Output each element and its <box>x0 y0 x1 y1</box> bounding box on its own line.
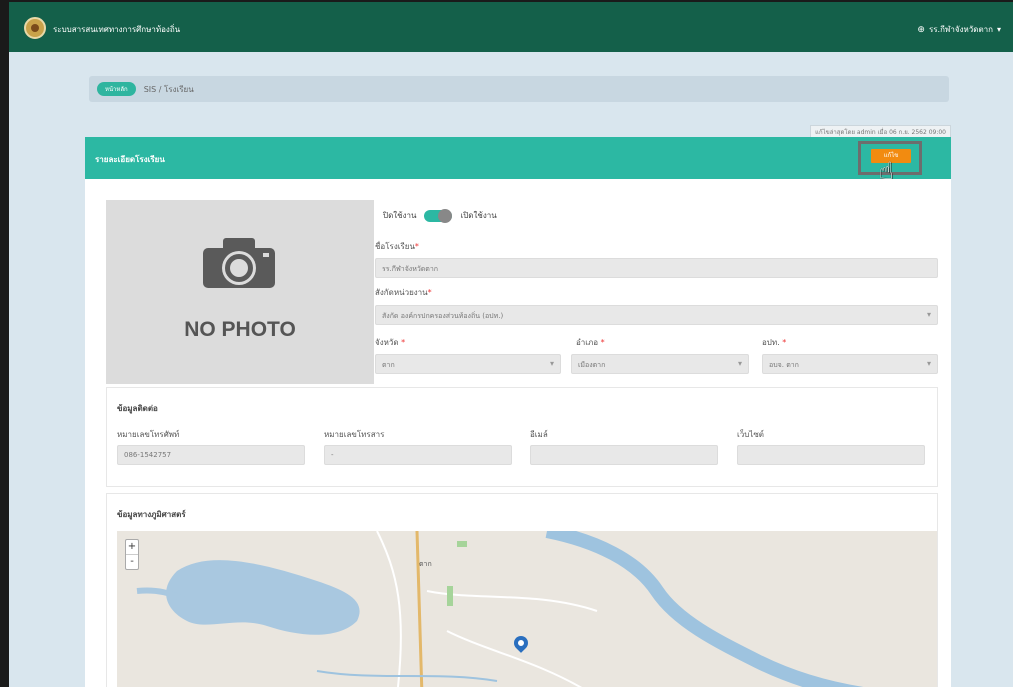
website-label: เว็บไซต์ <box>737 430 764 439</box>
org-logo-icon[interactable] <box>24 17 46 39</box>
phone-label: หมายเลขโทรศัพท์ <box>117 430 180 439</box>
zoom-controls: + - <box>125 539 139 570</box>
agency-select[interactable]: สังกัด องค์กรปกครองส่วนท้องถิ่น (อปท.) <box>375 305 938 325</box>
app-title[interactable]: ระบบสารสนเทศทางการศึกษาท้องถิ่น <box>53 23 180 36</box>
panel-body: NO PHOTO ปิดใช้งาน เปิดใช้งาน ชื่อโรงเรี… <box>85 179 951 687</box>
email-label: อีเมล์ <box>530 430 548 439</box>
top-navbar: ระบบสารสนเทศทางการศึกษาท้องถิ่น ⊕ รร.กีฬ… <box>9 2 1013 52</box>
fax-field[interactable]: - <box>324 445 512 465</box>
org-select[interactable]: อบจ. ตาก <box>762 354 938 374</box>
district-label: อำเภอ * <box>576 338 605 347</box>
location-map[interactable]: + - ตาก <box>117 531 937 687</box>
user-menu[interactable]: ⊕ รร.กีฬาจังหวัดตาก ▾ <box>917 23 1001 36</box>
email-field[interactable] <box>530 445 718 465</box>
zoom-out-button[interactable]: - <box>126 555 138 569</box>
agency-label: สังกัดหน่วยงาน* <box>375 288 432 297</box>
contact-card: ข้อมูลติดต่อ หมายเลขโทรศัพท์ 086-1542757… <box>106 387 938 487</box>
user-name: รร.กีฬาจังหวัดตาก <box>928 25 993 34</box>
camera-icon <box>203 238 275 288</box>
school-photo[interactable]: NO PHOTO <box>106 200 374 384</box>
map-card: ข้อมูลทางภูมิศาสตร์ + - ตาก <box>106 493 938 687</box>
contact-title: ข้อมูลติดต่อ <box>117 404 158 413</box>
breadcrumb-path[interactable]: SIS / โรงเรียน <box>144 83 194 96</box>
province-select[interactable]: ตาก <box>375 354 561 374</box>
home-badge[interactable]: หน้าหลัก <box>97 82 136 96</box>
chevron-down-icon: ▾ <box>996 25 1001 34</box>
zoom-in-button[interactable]: + <box>126 540 138 555</box>
phone-field[interactable]: 086-1542757 <box>117 445 305 465</box>
app-frame: ระบบสารสนเทศทางการศึกษาท้องถิ่น ⊕ รร.กีฬ… <box>9 2 1013 687</box>
panel-title: รายละเอียดโรงเรียน <box>95 155 165 164</box>
school-name-label: ชื่อโรงเรียน* <box>375 242 419 251</box>
map-title: ข้อมูลทางภูมิศาสตร์ <box>117 510 186 519</box>
map-tiles <box>136 531 864 687</box>
school-name-field[interactable]: รร.กีฬาจังหวัดตาก <box>375 258 938 278</box>
map-town-label: ตาก <box>419 560 432 568</box>
status-toggle-row: ปิดใช้งาน เปิดใช้งาน <box>383 208 497 223</box>
org-label: อปท. * <box>762 338 787 347</box>
website-field[interactable] <box>737 445 925 465</box>
status-toggle[interactable] <box>424 208 453 223</box>
fax-label: หมายเลขโทรสาร <box>324 430 385 439</box>
toggle-off-label: ปิดใช้งาน <box>383 211 417 220</box>
toggle-on-label: เปิดใช้งาน <box>460 211 497 220</box>
globe-icon: ⊕ <box>917 24 925 35</box>
breadcrumb: หน้าหลัก SIS / โรงเรียน <box>89 76 949 102</box>
province-label: จังหวัด * <box>375 338 406 347</box>
panel-header: รายละเอียดโรงเรียน แก้ไข ☝ <box>85 137 951 185</box>
no-photo-text: NO PHOTO <box>184 318 296 341</box>
district-select[interactable]: เมืองตาก <box>571 354 749 374</box>
